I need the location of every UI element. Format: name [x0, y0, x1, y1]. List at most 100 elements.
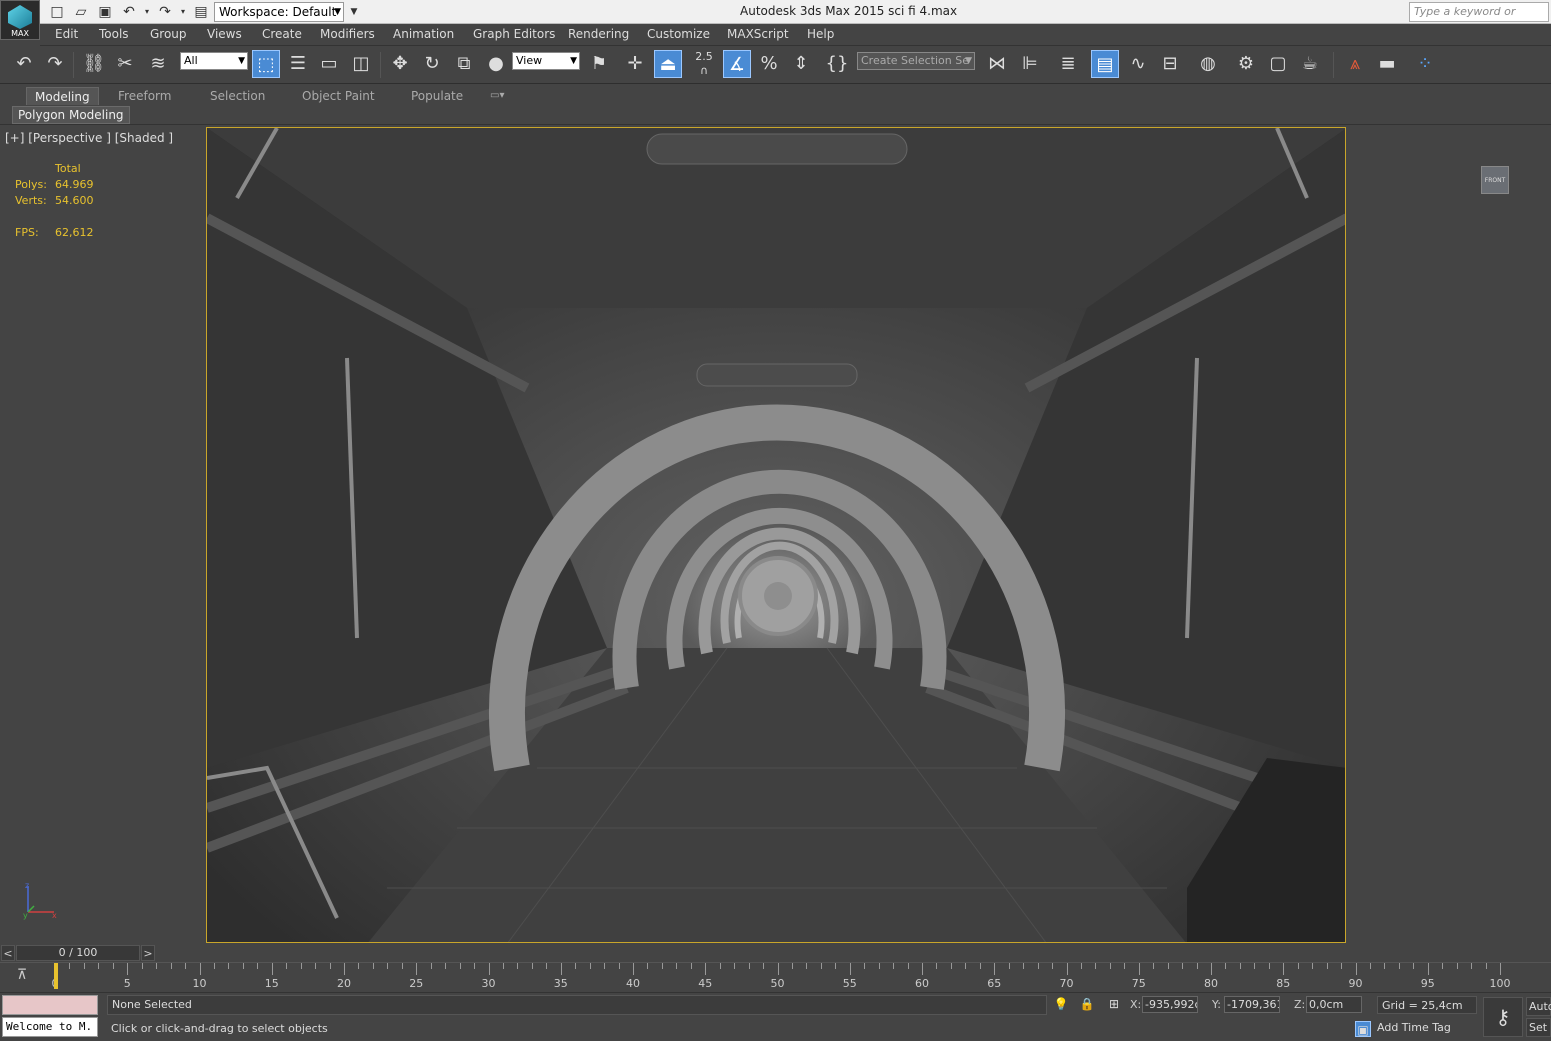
viewport-label[interactable]: [+] [Perspective ] [Shaded ]: [5, 131, 173, 145]
coord-z-field[interactable]: 0,0cm: [1306, 996, 1362, 1013]
track-tick-label: 20: [337, 977, 351, 990]
percent-snap-icon[interactable]: %: [755, 50, 783, 78]
app-menu-button[interactable]: MAX: [0, 0, 40, 40]
align-icon[interactable]: ⊫: [1016, 50, 1044, 78]
curve-editor-mini-icon[interactable]: ⊼: [12, 967, 32, 987]
menu-tools[interactable]: Tools: [99, 27, 129, 41]
coord-y-field[interactable]: -1709,361cm: [1224, 996, 1280, 1013]
stats-polys-value: 64.969: [55, 178, 94, 191]
named-selection-set-dropdown[interactable]: Create Selection Se ▼: [857, 52, 975, 70]
menu-views[interactable]: Views: [207, 27, 242, 41]
link-icon[interactable]: ⛓: [80, 50, 108, 78]
menu-graph-editors[interactable]: Graph Editors: [473, 27, 555, 41]
tab-object-paint[interactable]: Object Paint: [294, 87, 383, 105]
select-and-manipulate-icon[interactable]: ✛: [621, 50, 649, 78]
menu-create[interactable]: Create: [262, 27, 302, 41]
time-slider-next-icon[interactable]: >: [141, 945, 155, 961]
window-crossing-icon[interactable]: ◫: [347, 50, 375, 78]
time-slider-prev-icon[interactable]: <: [1, 945, 15, 961]
search-input[interactable]: Type a keyword or phrase: [1409, 2, 1549, 36]
time-tag-icon[interactable]: ▣: [1355, 1021, 1371, 1037]
place-icon[interactable]: ●: [482, 50, 510, 78]
reference-coordinate-dropdown[interactable]: View ▼: [512, 52, 580, 70]
bind-spacewarp-icon[interactable]: ≋: [144, 50, 172, 78]
track-tick: [1268, 963, 1270, 969]
current-frame-marker[interactable]: [54, 963, 58, 989]
spinner-snap-icon[interactable]: ⇕: [787, 50, 815, 78]
material-editor-icon[interactable]: ◍: [1194, 50, 1222, 78]
tab-modeling[interactable]: Modeling: [26, 87, 99, 105]
tab-populate[interactable]: Populate: [403, 87, 471, 105]
menu-help[interactable]: Help: [807, 27, 834, 41]
set-key-button[interactable]: Set: [1526, 1018, 1551, 1037]
track-bar[interactable]: ⊼ 05101520253035404550556065707580859095…: [0, 962, 1551, 992]
track-tick: [1023, 963, 1025, 969]
layer-manager-icon[interactable]: ≣: [1054, 50, 1082, 78]
render-teapot-icon[interactable]: ☕: [1296, 50, 1324, 78]
save-file-icon[interactable]: ▣: [96, 3, 114, 21]
select-and-rotate-icon[interactable]: ↻: [418, 50, 446, 78]
workspace-value: Workspace: Default: [219, 5, 337, 19]
customize-quickaccess-icon[interactable]: ▼: [345, 3, 363, 21]
open-file-icon[interactable]: ▱: [72, 3, 90, 21]
add-time-tag[interactable]: Add Time Tag: [1377, 1021, 1451, 1034]
render-setup-icon[interactable]: ⚙: [1232, 50, 1260, 78]
menu-customize[interactable]: Customize: [647, 27, 710, 41]
redo-icon[interactable]: ↷: [156, 3, 174, 21]
rectangular-selection-icon[interactable]: ▭: [315, 50, 343, 78]
tab-freeform[interactable]: Freeform: [110, 87, 179, 105]
ruler-icon[interactable]: ▬: [1373, 50, 1401, 78]
rendered-frame-window-icon[interactable]: ▢: [1264, 50, 1292, 78]
select-and-scale-icon[interactable]: ⧉: [450, 50, 478, 78]
mirror-icon[interactable]: ⋈: [983, 50, 1011, 78]
menu-animation[interactable]: Animation: [393, 27, 454, 41]
menu-edit[interactable]: Edit: [55, 27, 78, 41]
particle-view-icon[interactable]: ⁘: [1411, 50, 1439, 78]
undo-dropdown-icon[interactable]: ▾: [138, 3, 156, 21]
menu-modifiers[interactable]: Modifiers: [320, 27, 375, 41]
coord-x-field[interactable]: -935,992cm: [1142, 996, 1198, 1013]
curve-editor-icon[interactable]: ∿: [1124, 50, 1152, 78]
set-key-icon[interactable]: ⚷: [1483, 997, 1523, 1037]
polygon-modeling-panel[interactable]: Polygon Modeling: [12, 106, 130, 124]
ribbon-options-icon[interactable]: ▭▾: [482, 87, 512, 105]
selection-lock-icon[interactable]: 🔒: [1079, 996, 1095, 1012]
menu-group[interactable]: Group: [150, 27, 187, 41]
undo-icon[interactable]: ↶: [120, 3, 138, 21]
project-folder-icon[interactable]: ▤: [192, 3, 210, 21]
angle-snap-icon[interactable]: ∡: [723, 50, 751, 78]
redo-icon[interactable]: ↷: [41, 50, 69, 78]
track-tick: [286, 963, 288, 969]
workspace-dropdown[interactable]: Workspace: Default ▼: [214, 2, 344, 22]
isolate-selection-icon[interactable]: 💡: [1053, 996, 1069, 1012]
stats-fps-label: FPS:: [15, 226, 39, 239]
use-pivot-center-icon[interactable]: ⚑: [585, 50, 613, 78]
unlink-icon[interactable]: ✂: [111, 50, 139, 78]
snaps-toggle-icon[interactable]: 2.5 ∩: [690, 50, 718, 78]
track-tick-label: 25: [409, 977, 424, 990]
civil-view-icon[interactable]: ⩓: [1341, 50, 1369, 78]
perspective-viewport[interactable]: [206, 127, 1346, 943]
menu-maxscript[interactable]: MAXScript: [727, 27, 789, 41]
selection-filter-dropdown[interactable]: All ▼: [180, 52, 248, 70]
edit-named-selection-icon[interactable]: {}: [823, 50, 851, 78]
maxscript-listener-mini[interactable]: [2, 995, 98, 1015]
tab-selection[interactable]: Selection: [202, 87, 273, 105]
viewcube[interactable]: FRONT: [1481, 166, 1509, 194]
maxscript-mini-listener[interactable]: Welcome to M.: [2, 1017, 98, 1037]
absolute-transform-icon[interactable]: ⊞: [1106, 996, 1122, 1012]
undo-icon[interactable]: ↶: [10, 50, 38, 78]
time-slider-thumb[interactable]: 0 / 100: [16, 945, 140, 961]
new-file-icon[interactable]: □: [48, 3, 66, 21]
menu-rendering[interactable]: Rendering: [568, 27, 629, 41]
track-tick: [315, 963, 317, 969]
select-and-move-icon[interactable]: ✥: [386, 50, 414, 78]
schematic-view-icon[interactable]: ⊟: [1156, 50, 1184, 78]
redo-dropdown-icon[interactable]: ▾: [174, 3, 192, 21]
graphite-toggle-icon[interactable]: ▤: [1091, 50, 1119, 78]
track-tick: [1500, 963, 1501, 975]
select-by-name-icon[interactable]: ☰: [284, 50, 312, 78]
keyboard-shortcut-override-icon[interactable]: ⏏: [654, 50, 682, 78]
auto-key-button[interactable]: Auto: [1526, 997, 1551, 1016]
select-object-icon[interactable]: ⬚: [252, 50, 280, 78]
